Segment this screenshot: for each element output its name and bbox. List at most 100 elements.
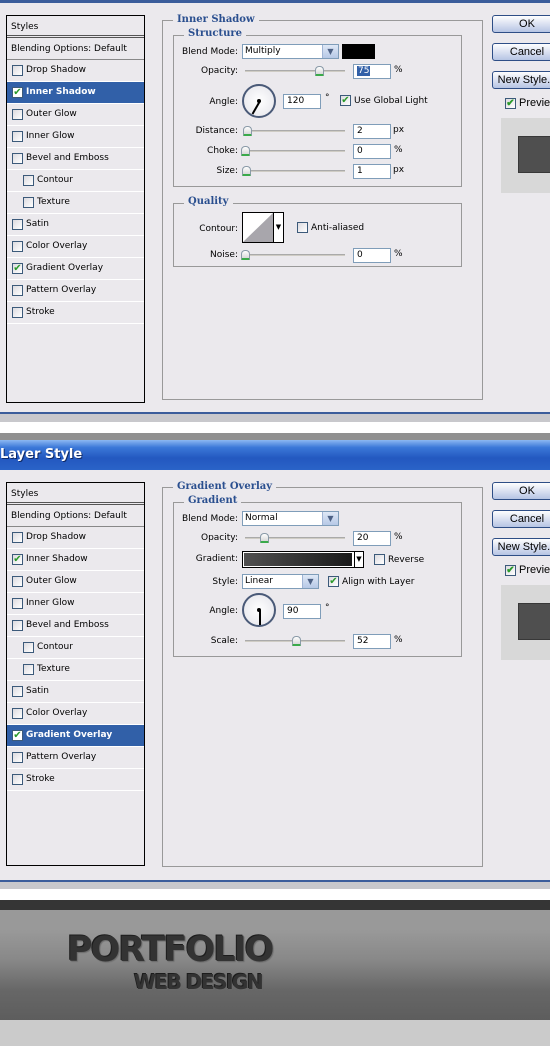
- style-item-inner-glow[interactable]: Inner Glow: [7, 126, 144, 148]
- style-select[interactable]: Linear ▼: [242, 574, 319, 589]
- checkbox-checked-icon[interactable]: ✔: [12, 554, 23, 565]
- style-item-texture[interactable]: Texture: [7, 192, 144, 214]
- ok-button[interactable]: OK: [492, 15, 550, 33]
- choke-slider[interactable]: [241, 146, 345, 156]
- checkbox-icon[interactable]: [12, 219, 23, 230]
- reverse-checkbox[interactable]: Reverse: [374, 554, 424, 565]
- checkbox-icon[interactable]: [23, 175, 34, 186]
- opacity-input[interactable]: 20: [353, 531, 391, 546]
- checkbox-icon[interactable]: [12, 285, 23, 296]
- checkbox-icon[interactable]: ✔: [328, 576, 339, 587]
- angle-dial[interactable]: [242, 84, 276, 118]
- checkbox-icon[interactable]: [23, 664, 34, 675]
- checkbox-icon[interactable]: [12, 598, 23, 609]
- blend-mode-select[interactable]: Multiply ▼: [242, 44, 339, 59]
- chevron-down-icon[interactable]: ▼: [322, 45, 338, 58]
- checkbox-icon[interactable]: [374, 554, 385, 565]
- chevron-down-icon[interactable]: ▼: [302, 575, 318, 588]
- size-input[interactable]: 1: [353, 164, 391, 179]
- preview-checkbox[interactable]: ✔ Preview: [505, 564, 550, 576]
- opacity-slider[interactable]: [245, 66, 345, 76]
- checkbox-icon[interactable]: [23, 197, 34, 208]
- styles-header[interactable]: Styles: [7, 483, 144, 505]
- slider-thumb[interactable]: [243, 126, 252, 136]
- checkbox-checked-icon[interactable]: ✔: [12, 87, 23, 98]
- checkbox-icon[interactable]: [12, 752, 23, 763]
- checkbox-icon[interactable]: ✔: [505, 97, 516, 109]
- style-item-drop-shadow[interactable]: Drop Shadow: [7, 527, 144, 549]
- window-title-bar[interactable]: Layer Style: [0, 440, 550, 470]
- slider-thumb[interactable]: [241, 250, 250, 260]
- use-global-light-checkbox[interactable]: ✔ Use Global Light: [340, 95, 428, 106]
- anti-aliased-checkbox[interactable]: Anti-aliased: [297, 222, 364, 233]
- checkbox-icon[interactable]: [12, 307, 23, 318]
- style-item-satin[interactable]: Satin: [7, 681, 144, 703]
- gradient-picker[interactable]: ▼: [242, 551, 364, 568]
- style-item-texture[interactable]: Texture: [7, 659, 144, 681]
- checkbox-icon[interactable]: [12, 686, 23, 697]
- distance-slider[interactable]: [243, 126, 345, 136]
- style-item-color-overlay[interactable]: Color Overlay: [7, 703, 144, 725]
- style-item-contour[interactable]: Contour: [7, 637, 144, 659]
- size-slider[interactable]: [242, 166, 345, 176]
- styles-header[interactable]: Styles: [7, 16, 144, 38]
- style-item-outer-glow[interactable]: Outer Glow: [7, 104, 144, 126]
- checkbox-icon[interactable]: [12, 131, 23, 142]
- contour-dropdown-arrow[interactable]: ▼: [273, 213, 283, 242]
- noise-slider[interactable]: [241, 250, 345, 260]
- checkbox-icon[interactable]: ✔: [505, 564, 516, 576]
- style-item-gradient-overlay[interactable]: ✔ Gradient Overlay: [7, 725, 144, 747]
- blend-mode-select[interactable]: Normal ▼: [242, 511, 339, 526]
- slider-thumb[interactable]: [241, 146, 250, 156]
- checkbox-icon[interactable]: [12, 241, 23, 252]
- opacity-slider[interactable]: [245, 533, 345, 543]
- slider-thumb[interactable]: [315, 66, 324, 76]
- slider-thumb[interactable]: [292, 636, 301, 646]
- gradient-dropdown-arrow[interactable]: ▼: [354, 552, 363, 567]
- checkbox-icon[interactable]: [12, 774, 23, 785]
- slider-thumb[interactable]: [260, 533, 269, 543]
- scale-slider[interactable]: [245, 636, 345, 646]
- checkbox-icon[interactable]: [12, 109, 23, 120]
- choke-input[interactable]: 0: [353, 144, 391, 159]
- blending-options-item[interactable]: Blending Options: Default: [7, 38, 144, 60]
- checkbox-icon[interactable]: [297, 222, 308, 233]
- style-item-color-overlay[interactable]: Color Overlay: [7, 236, 144, 258]
- distance-input[interactable]: 2: [353, 124, 391, 139]
- new-style-button[interactable]: New Style...: [492, 538, 550, 556]
- noise-input[interactable]: 0: [353, 248, 391, 263]
- checkbox-icon[interactable]: [12, 576, 23, 587]
- style-item-inner-glow[interactable]: Inner Glow: [7, 593, 144, 615]
- checkbox-icon[interactable]: [23, 642, 34, 653]
- style-item-outer-glow[interactable]: Outer Glow: [7, 571, 144, 593]
- checkbox-icon[interactable]: [12, 620, 23, 631]
- style-item-pattern-overlay[interactable]: Pattern Overlay: [7, 280, 144, 302]
- align-with-layer-checkbox[interactable]: ✔ Align with Layer: [328, 576, 414, 587]
- style-item-bevel-and-emboss[interactable]: Bevel and Emboss: [7, 148, 144, 170]
- chevron-down-icon[interactable]: ▼: [322, 512, 338, 525]
- cancel-button[interactable]: Cancel: [492, 510, 550, 528]
- shadow-color-swatch[interactable]: [342, 44, 375, 59]
- style-item-gradient-overlay[interactable]: ✔ Gradient Overlay: [7, 258, 144, 280]
- checkbox-checked-icon[interactable]: ✔: [12, 730, 23, 741]
- ok-button[interactable]: OK: [492, 482, 550, 500]
- style-item-bevel-and-emboss[interactable]: Bevel and Emboss: [7, 615, 144, 637]
- style-item-stroke[interactable]: Stroke: [7, 769, 144, 791]
- checkbox-icon[interactable]: [12, 708, 23, 719]
- angle-input[interactable]: 120: [283, 94, 321, 109]
- scale-input[interactable]: 52: [353, 634, 391, 649]
- new-style-button[interactable]: New Style...: [492, 71, 550, 89]
- checkbox-icon[interactable]: ✔: [340, 95, 351, 106]
- style-item-drop-shadow[interactable]: Drop Shadow: [7, 60, 144, 82]
- cancel-button[interactable]: Cancel: [492, 43, 550, 61]
- gradient-preview-bar[interactable]: [244, 553, 352, 566]
- blending-options-item[interactable]: Blending Options: Default: [7, 505, 144, 527]
- style-item-pattern-overlay[interactable]: Pattern Overlay: [7, 747, 144, 769]
- checkbox-icon[interactable]: [12, 153, 23, 164]
- style-item-inner-shadow[interactable]: ✔ Inner Shadow: [7, 549, 144, 571]
- checkbox-icon[interactable]: [12, 65, 23, 76]
- angle-dial[interactable]: [242, 593, 276, 627]
- checkbox-checked-icon[interactable]: ✔: [12, 263, 23, 274]
- opacity-input[interactable]: 75: [353, 64, 391, 79]
- angle-input[interactable]: 90: [283, 604, 321, 619]
